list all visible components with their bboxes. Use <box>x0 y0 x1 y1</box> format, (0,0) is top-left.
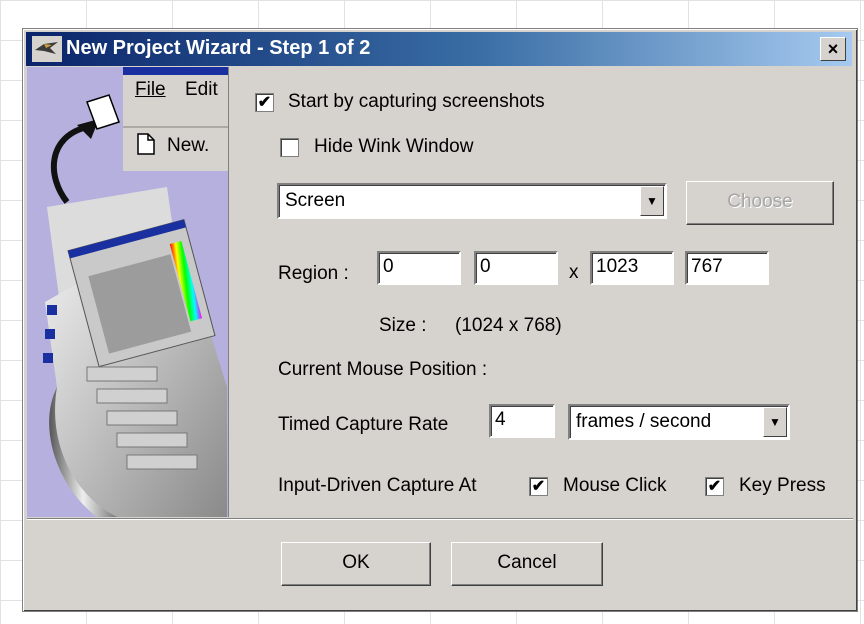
hide-wink-checkbox[interactable] <box>280 138 299 157</box>
size-value: (1024 x 768) <box>455 315 562 336</box>
size-label: Size : <box>379 315 427 336</box>
mouse-position-label: Current Mouse Position : <box>278 359 488 380</box>
side-menu-new: New. <box>167 135 210 156</box>
region-label: Region : <box>278 263 349 284</box>
side-menu-edit: Edit <box>185 79 218 100</box>
footer-separator <box>27 518 853 520</box>
hide-wink-label: Hide Wink Window <box>314 136 474 157</box>
key-press-label: Key Press <box>739 475 826 496</box>
mouse-click-label: Mouse Click <box>563 475 667 496</box>
wink-app-icon <box>32 36 62 62</box>
rate-unit-dropdown[interactable]: frames / second ▼ <box>568 404 790 440</box>
ok-button[interactable]: OK <box>281 542 431 586</box>
region-x-field[interactable]: 0 <box>377 251 461 285</box>
region-separator: x <box>569 262 579 283</box>
window-title: New Project Wizard - Step 1 of 2 <box>66 37 371 59</box>
timed-rate-field[interactable]: 4 <box>489 404 555 438</box>
region-height-field[interactable]: 767 <box>685 251 769 285</box>
cancel-button[interactable]: Cancel <box>451 542 603 586</box>
chevron-down-icon[interactable]: ▼ <box>763 407 787 437</box>
title-bar[interactable]: New Project Wizard - Step 1 of 2 × <box>26 32 852 66</box>
capture-source-value: Screen <box>285 190 346 211</box>
start-capturing-checkbox[interactable]: ✔ <box>255 93 274 112</box>
start-capturing-label: Start by capturing screenshots <box>288 91 545 112</box>
timed-rate-label: Timed Capture Rate <box>278 414 449 435</box>
mouse-click-checkbox[interactable]: ✔ <box>529 477 548 496</box>
new-project-wizard-dialog: New Project Wizard - Step 1 of 2 × File … <box>22 28 858 612</box>
region-width-field[interactable]: 1023 <box>590 251 674 285</box>
region-y-field[interactable]: 0 <box>474 251 558 285</box>
choose-button[interactable]: Choose <box>686 181 834 225</box>
wizard-side-illustration: File Edit New. <box>27 67 229 517</box>
side-menu-file: File <box>135 79 166 100</box>
capture-source-dropdown[interactable]: Screen ▼ <box>277 183 667 219</box>
new-file-icon <box>137 133 155 155</box>
chevron-down-icon[interactable]: ▼ <box>640 186 664 216</box>
close-button[interactable]: × <box>820 37 846 61</box>
input-driven-label: Input-Driven Capture At <box>278 475 477 496</box>
rate-unit-value: frames / second <box>576 411 712 432</box>
key-press-checkbox[interactable]: ✔ <box>705 477 724 496</box>
